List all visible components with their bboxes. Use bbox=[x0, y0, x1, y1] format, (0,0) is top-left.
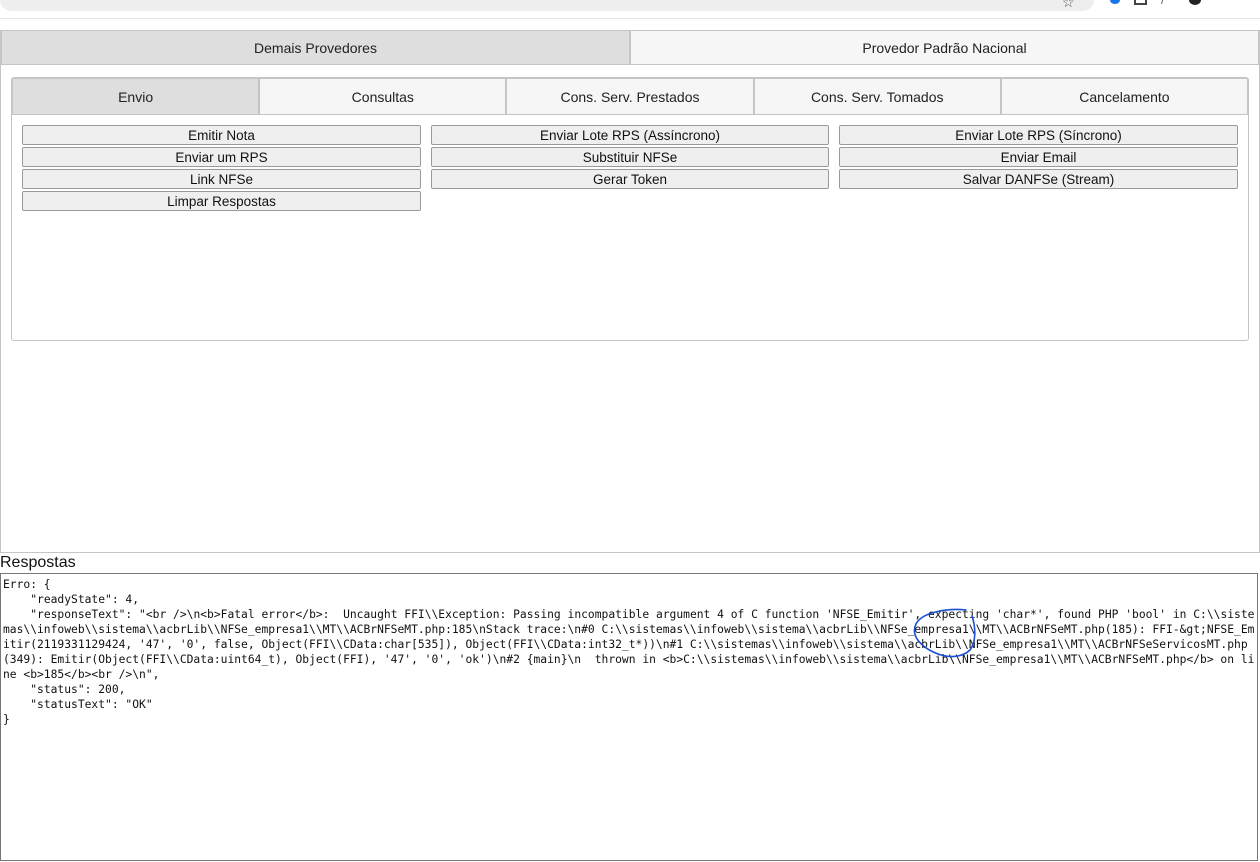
gerar-token-button[interactable]: Gerar Token bbox=[431, 169, 829, 189]
bookmark-star-icon[interactable]: ☆ bbox=[1062, 0, 1075, 11]
tab-cons-serv-tomados[interactable]: Cons. Serv. Tomados bbox=[753, 78, 1001, 115]
respostas-label: Respostas bbox=[0, 554, 76, 571]
tab-consultas[interactable]: Consultas bbox=[259, 78, 507, 115]
limpar-respostas-button[interactable]: Limpar Respostas bbox=[22, 191, 421, 211]
extension-box-icon[interactable] bbox=[1134, 0, 1147, 5]
enviar-lote-rps-assincrono-button[interactable]: Enviar Lote RPS (Assíncrono) bbox=[431, 125, 829, 145]
tab-cons-serv-prestados[interactable]: Cons. Serv. Prestados bbox=[506, 78, 754, 115]
link-nfse-button[interactable]: Link NFSe bbox=[22, 169, 421, 189]
extension-dark-icon[interactable] bbox=[1189, 0, 1201, 5]
tab-demais-provedores[interactable]: Demais Provedores bbox=[1, 30, 630, 65]
address-bar[interactable] bbox=[0, 0, 1094, 11]
tab-envio[interactable]: Envio bbox=[12, 78, 260, 115]
operation-tabs: Envio Consultas Cons. Serv. Prestados Co… bbox=[12, 78, 1249, 115]
extension-blue-icon[interactable] bbox=[1110, 0, 1120, 4]
operations-panel: Envio Consultas Cons. Serv. Prestados Co… bbox=[11, 77, 1249, 341]
tab-provedor-padrao-nacional[interactable]: Provedor Padrão Nacional bbox=[630, 30, 1259, 65]
salvar-danfse-stream-button[interactable]: Salvar DANFSe (Stream) bbox=[839, 169, 1238, 189]
emitir-nota-button[interactable]: Emitir Nota bbox=[22, 125, 421, 145]
main-frame: Demais Provedores Provedor Padrão Nacion… bbox=[0, 30, 1260, 553]
enviar-lote-rps-sincrono-button[interactable]: Enviar Lote RPS (Síncrono) bbox=[839, 125, 1238, 145]
respostas-content: Erro: { "readyState": 4, "responseText":… bbox=[3, 578, 1255, 726]
respostas-textarea[interactable]: Erro: { "readyState": 4, "responseText":… bbox=[0, 573, 1258, 861]
envio-button-grid: Emitir Nota Enviar Lote RPS (Assíncrono)… bbox=[22, 125, 1238, 211]
enviar-email-button[interactable]: Enviar Email bbox=[839, 147, 1238, 167]
browser-toolbar-strip: ☆ / bbox=[0, 0, 1260, 19]
enviar-um-rps-button[interactable]: Enviar um RPS bbox=[22, 147, 421, 167]
provider-tabs: Demais Provedores Provedor Padrão Nacion… bbox=[1, 30, 1259, 67]
extension-icons: / bbox=[1110, 0, 1201, 7]
tab-cancelamento[interactable]: Cancelamento bbox=[1000, 78, 1249, 115]
substituir-nfse-button[interactable]: Substituir NFSe bbox=[431, 147, 829, 167]
extension-slash-icon[interactable]: / bbox=[1161, 0, 1175, 6]
